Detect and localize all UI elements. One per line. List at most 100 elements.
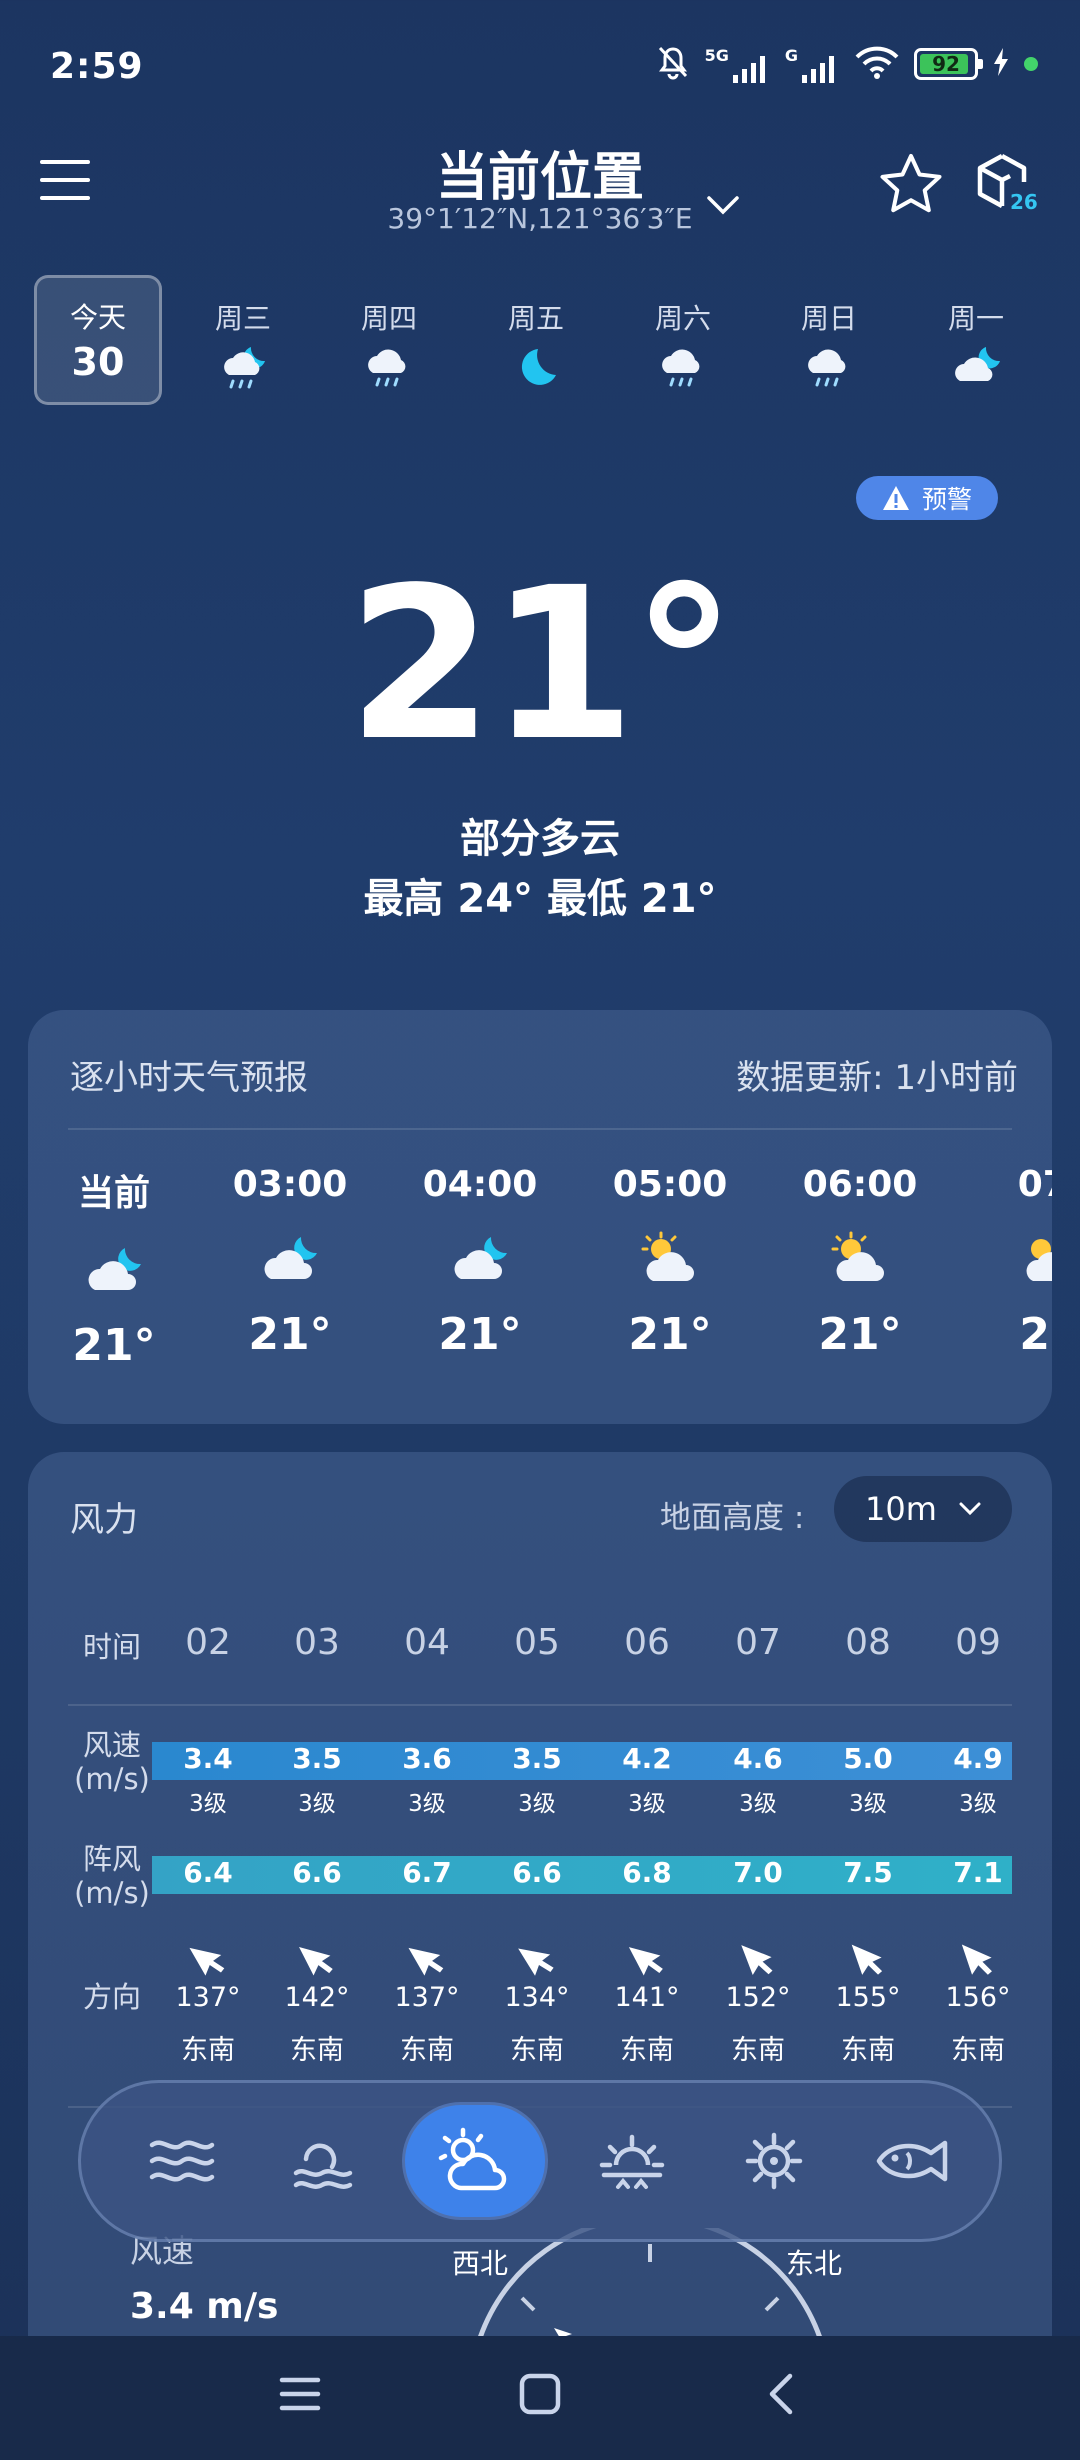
gust-value: 7.1 <box>953 1856 1003 1889</box>
day-tab[interactable]: 周一 <box>912 275 1040 405</box>
altitude-dropdown[interactable]: 10m <box>834 1476 1012 1542</box>
wind-hour: 03 <box>294 1622 340 1663</box>
gust-value: 7.5 <box>843 1856 893 1889</box>
altitude-label: 地面高度 : <box>660 1500 805 1536</box>
location-title: 当前位置 <box>435 148 644 208</box>
divider <box>68 1128 1012 1130</box>
wind-direction-name: 东南 <box>181 2035 235 2066</box>
chevron-down-icon <box>959 1502 981 1516</box>
cloudy-day-icon <box>980 1219 1052 1299</box>
cloudy-night-icon <box>410 1219 550 1299</box>
wind-direction-arrow-icon <box>592 1938 702 1978</box>
warning-icon <box>882 486 909 510</box>
wind-hour: 07 <box>735 1622 781 1663</box>
wind-direction-arrow-icon <box>703 1938 813 1978</box>
hourly-item[interactable]: 03:00 21° <box>220 1164 360 1360</box>
wind-degree: 152° <box>725 1982 791 2013</box>
wind-direction-name: 东南 <box>290 2035 344 2066</box>
weather-icon <box>438 2127 507 2191</box>
signal-g-icon: G <box>785 46 840 83</box>
fish-icon <box>876 2140 948 2182</box>
star-icon <box>880 154 942 213</box>
home-button[interactable] <box>518 2372 562 2420</box>
system-navigation-bar <box>0 2336 1080 2460</box>
hourly-item[interactable]: 04:00 21° <box>410 1164 550 1360</box>
cloudy-day-icon <box>790 1219 930 1299</box>
current-temperature: 21° <box>347 542 736 787</box>
current-condition: 部分多云 <box>460 816 620 862</box>
day-tab[interactable]: 周五 <box>472 275 600 405</box>
wind-direction-name: 东南 <box>510 2035 564 2066</box>
wind-level: 3级 <box>298 1791 336 1817</box>
rain-icon <box>765 343 893 393</box>
back-button[interactable] <box>760 2372 804 2420</box>
nav-weather[interactable] <box>405 2105 545 2217</box>
day-tab[interactable]: 周六 <box>619 275 747 405</box>
wifi-icon <box>854 45 900 83</box>
wind-direction-name: 东南 <box>400 2035 454 2066</box>
wind-direction-name: 东南 <box>841 2035 895 2066</box>
home-square-icon <box>519 2373 561 2415</box>
wind-direction-name: 东南 <box>620 2035 674 2066</box>
hourly-item[interactable]: 05:00 21° <box>600 1164 740 1360</box>
wind-degree: 137° <box>394 1982 460 2013</box>
cube-badge: 26 <box>1010 190 1038 214</box>
wind-degree: 141° <box>614 1982 680 2013</box>
day-tab[interactable]: 周三 <box>179 275 307 405</box>
wind-degree: 137° <box>175 1982 241 2013</box>
high-low-temperature: 最高 24° 最低 21° <box>363 876 717 922</box>
warning-badge[interactable]: 预警 <box>856 476 998 520</box>
nav-sun[interactable] <box>715 2105 833 2217</box>
cloudy-day-icon <box>600 1219 740 1299</box>
charging-icon <box>992 47 1010 81</box>
gust-value: 6.4 <box>183 1856 233 1889</box>
row-label-gust: 阵风 (m/s) <box>74 1842 150 1910</box>
status-icons: 5G G 92 <box>655 44 1038 84</box>
moon-icon <box>472 343 600 393</box>
app-header: 当前位置 39°1′12″N,121°36′3″E 26 <box>0 130 1080 260</box>
sun-settings-icon <box>745 2132 803 2190</box>
signal-5g-icon: 5G <box>705 46 771 83</box>
status-bar: 2:59 5G G 92 <box>0 0 1080 130</box>
row-label-direction: 方向 <box>82 1980 141 2014</box>
row-label-time: 时间 <box>82 1630 141 1664</box>
nav-sunrise[interactable] <box>573 2105 691 2217</box>
day-tab-today[interactable]: 今天 30 <box>34 275 162 405</box>
model-3d-button[interactable]: 26 <box>972 150 1038 224</box>
day-tab[interactable]: 周日 <box>765 275 893 405</box>
wind-direction-arrow-icon <box>923 1938 1033 1978</box>
gust-value: 6.7 <box>402 1856 452 1889</box>
hourly-item[interactable]: 当前 21° <box>44 1164 184 1371</box>
favorite-button[interactable] <box>878 152 944 220</box>
hourly-item[interactable]: 06:00 21° <box>790 1164 930 1360</box>
wind-direction-arrow-icon <box>153 1938 263 1978</box>
cloudy-night-icon <box>912 343 1040 393</box>
wind-hour: 05 <box>514 1622 560 1663</box>
data-updated: 数据更新: 1小时前 <box>736 1058 1018 1098</box>
rain-icon <box>619 343 747 393</box>
mute-icon <box>655 44 691 84</box>
wind-degree: 142° <box>284 1982 350 2013</box>
nav-fishing[interactable] <box>857 2105 975 2217</box>
nav-wind[interactable] <box>123 2105 241 2217</box>
battery-icon: 92 <box>914 48 983 80</box>
wind-hour: 08 <box>845 1622 891 1663</box>
day-tab[interactable]: 周四 <box>325 275 453 405</box>
wind-level: 3级 <box>518 1791 556 1817</box>
wind-hour: 02 <box>185 1622 231 1663</box>
wind-direction-arrow-icon <box>262 1938 372 1978</box>
wind-direction-arrow-icon <box>813 1938 923 1978</box>
wind-degree: 156° <box>945 1982 1011 2013</box>
nav-wave[interactable] <box>265 2105 383 2217</box>
recents-button[interactable] <box>278 2372 322 2420</box>
wind-degree: 155° <box>835 1982 901 2013</box>
divider <box>68 1704 1012 1706</box>
daily-forecast-strip: 今天 30 周三 周四 周五 周六 周日 周一 <box>32 275 1052 405</box>
cloudy-night-icon <box>44 1230 184 1310</box>
wind-hour: 04 <box>404 1622 450 1663</box>
sunrise-icon <box>599 2134 665 2189</box>
wind-degree: 134° <box>504 1982 570 2013</box>
hourly-item[interactable]: 07: 22 <box>980 1164 1052 1360</box>
wind-speed-value: 4.9 <box>953 1742 1003 1775</box>
wind-direction-name: 东南 <box>951 2035 1005 2066</box>
